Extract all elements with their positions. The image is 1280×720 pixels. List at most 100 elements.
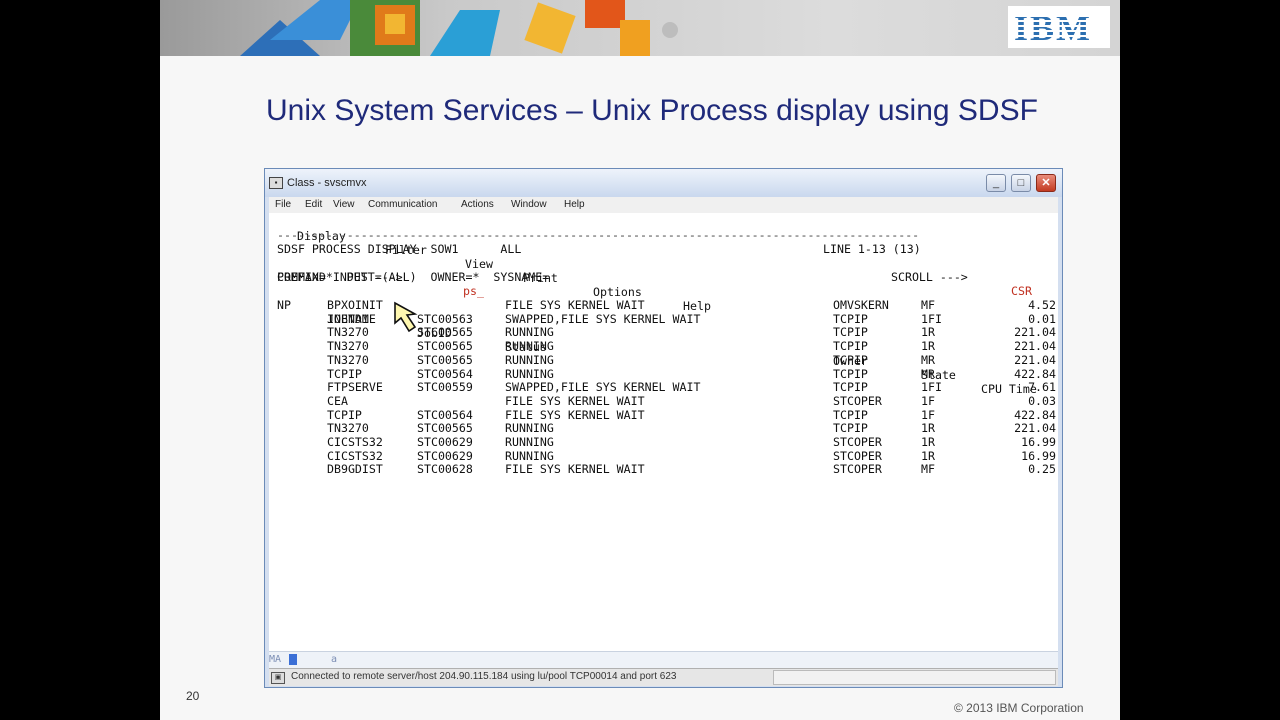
minimize-button[interactable]: _ [986, 174, 1006, 192]
connection-icon: ▣ [271, 672, 285, 684]
command-input-line: COMMAND INPUT ---> ps_ [277, 256, 484, 298]
row-owner: TCPIP [833, 339, 868, 354]
row-job: FTPSERVE [327, 380, 383, 395]
cursor-block [289, 654, 297, 665]
row-owner: STCOPER [833, 393, 882, 408]
status-bar: ▣ Connected to remote server/host 204.90… [269, 668, 1058, 686]
row-job: BPXOINIT [327, 298, 383, 312]
row-jobid: STC00564 [417, 366, 473, 381]
table-row[interactable]: TN3270 STC00565 RUNNING TCPIP 1R 221.04 [269, 421, 1058, 435]
row-job: DB9GDIST [327, 462, 383, 477]
table-row[interactable]: INETD1 STC00563 SWAPPED,FILE SYS KERNEL WA… [269, 312, 1058, 326]
row-cpu: 221.04 [1014, 421, 1056, 436]
row-cpu: 221.04 [1014, 352, 1056, 367]
row-job: CICSTS32 [327, 435, 383, 449]
table-row[interactable]: CEA FILE SYS KERNEL WAIT STCOPER 1F 0.03 [269, 394, 1058, 408]
row-owner: TCPIP [833, 352, 868, 367]
prefix-line: PREFIX=* DEST=(ALL) OWNER=* SYSNAME= [277, 270, 550, 284]
row-status: RUNNING [505, 352, 554, 367]
row-owner: TCPIP [833, 421, 868, 436]
ma-indicator: MA [269, 654, 282, 665]
row-jobid: STC00565 [417, 352, 473, 367]
row-owner: OMVSKERN [833, 298, 889, 312]
row-state: 1F [921, 407, 935, 422]
slide-title: Unix System Services – Unix Process disp… [266, 94, 1038, 127]
window-menubar: File Edit View Communication Actions Win… [269, 197, 1058, 213]
row-job: CEA [327, 393, 348, 408]
row-owner: STCOPER [833, 448, 882, 463]
line-count: LINE 1-13 (13) [823, 242, 921, 256]
row-status: FILE SYS KERNEL WAIT [505, 298, 645, 312]
row-status: SWAPPED,FILE SYS KERNEL WAIT [505, 380, 701, 395]
row-state: MF [921, 462, 935, 477]
row-job: TCPIP [327, 407, 362, 422]
table-row[interactable]: CICSTS32 STC00629 RUNNING STCOPER 1R 16.99 [269, 449, 1058, 463]
row-status: RUNNING [505, 448, 554, 463]
row-state: 1R [921, 421, 935, 436]
row-cpu: 4.52 [1028, 298, 1056, 312]
row-status: SWAPPED,FILE SYS KERNEL WAIT [505, 311, 701, 326]
row-cpu: 221.04 [1014, 339, 1056, 354]
row-cpu: 16.99 [1021, 448, 1056, 463]
row-jobid: STC00629 [417, 435, 473, 449]
row-status: FILE SYS KERNEL WAIT [505, 462, 645, 477]
row-cpu: 221.04 [1014, 325, 1056, 340]
row-state: 1FI [921, 380, 942, 395]
row-job: CICSTS32 [327, 448, 383, 463]
row-jobid: STC00629 [417, 448, 473, 463]
row-state: 1R [921, 339, 935, 354]
operator-info-area: MA a [269, 651, 1058, 668]
row-cpu: 422.84 [1014, 366, 1056, 381]
row-state: 1FI [921, 311, 942, 326]
close-button[interactable]: ✕ [1036, 174, 1056, 192]
row-owner: TCPIP [833, 311, 868, 326]
header-banner: IBM [160, 0, 1120, 56]
row-jobid: STC00559 [417, 380, 473, 395]
panel-header: SDSF PROCESS DISPLAY SOW1 ALL [277, 242, 522, 256]
row-status: FILE SYS KERNEL WAIT [505, 393, 645, 408]
row-state: 1F [921, 393, 935, 408]
status-field [773, 670, 1056, 685]
row-cpu: 16.99 [1021, 435, 1056, 449]
row-cpu: 422.84 [1014, 407, 1056, 422]
row-state: MF [921, 298, 935, 312]
menu-communication[interactable]: Communication [368, 199, 437, 210]
maximize-button[interactable]: □ [1011, 174, 1031, 192]
window-titlebar[interactable]: ▪ Class - svscmvx _ □ ✕ [265, 169, 1062, 197]
menu-help[interactable]: Help [564, 199, 585, 210]
row-status: RUNNING [505, 325, 554, 340]
scroll-line: SCROLL ---> CSR [891, 256, 1032, 298]
ibm-logo: IBM [1008, 6, 1110, 48]
slide-number: 20 [186, 689, 200, 703]
menu-view[interactable]: View [333, 199, 355, 210]
sdsf-menu-view[interactable]: View [465, 257, 493, 271]
table-row[interactable]: FTPSERVE STC00559 SWAPPED,FILE SYS KERNEL … [269, 380, 1058, 394]
table-row[interactable]: TCPIP STC00564 RUNNING TCPIP MR 422.84 [269, 367, 1058, 381]
row-jobid: STC00565 [417, 339, 473, 354]
row-state: 1R [921, 448, 935, 463]
terminal-screen[interactable]: Display Filter View Print Options Help -… [269, 213, 1058, 651]
terminal-window: ▪ Class - svscmvx _ □ ✕ File Edit View C… [264, 168, 1063, 688]
table-row[interactable]: TCPIP STC00564 FILE SYS KERNEL WAIT TCPIP 1F… [269, 408, 1058, 422]
row-state: MR [921, 352, 935, 367]
row-job: TN3270 [327, 325, 369, 340]
row-cpu: 0.01 [1028, 311, 1056, 326]
menu-edit[interactable]: Edit [305, 199, 322, 210]
row-owner: TCPIP [833, 325, 868, 340]
table-row[interactable]: DB9GDIST STC00628 FILE SYS KERNEL WAIT STCO… [269, 462, 1058, 476]
row-job: TN3270 [327, 339, 369, 354]
row-state: 1R [921, 435, 935, 449]
menu-window[interactable]: Window [511, 199, 547, 210]
connection-status: Connected to remote server/host 204.90.1… [291, 671, 677, 682]
menu-actions[interactable]: Actions [461, 199, 494, 210]
table-row[interactable]: TN3270 STC00565 RUNNING TCPIP 1R 221.04 [269, 325, 1058, 339]
table-row[interactable]: BPXOINIT FILE SYS KERNEL WAIT OMVSKERN MF 4.… [269, 298, 1058, 312]
row-state: MR [921, 366, 935, 381]
row-state: 1R [921, 325, 935, 340]
table-row[interactable]: TN3270 STC00565 RUNNING TCPIP 1R 221.04 [269, 339, 1058, 353]
table-row[interactable]: TN3270 STC00565 RUNNING TCPIP MR 221.04 [269, 353, 1058, 367]
row-owner: TCPIP [833, 380, 868, 395]
menu-file[interactable]: File [275, 199, 291, 210]
slide: IBM Unix System Services – Unix Process … [160, 0, 1120, 720]
table-row[interactable]: CICSTS32 STC00629 RUNNING STCOPER 1R 16.99 [269, 435, 1058, 449]
